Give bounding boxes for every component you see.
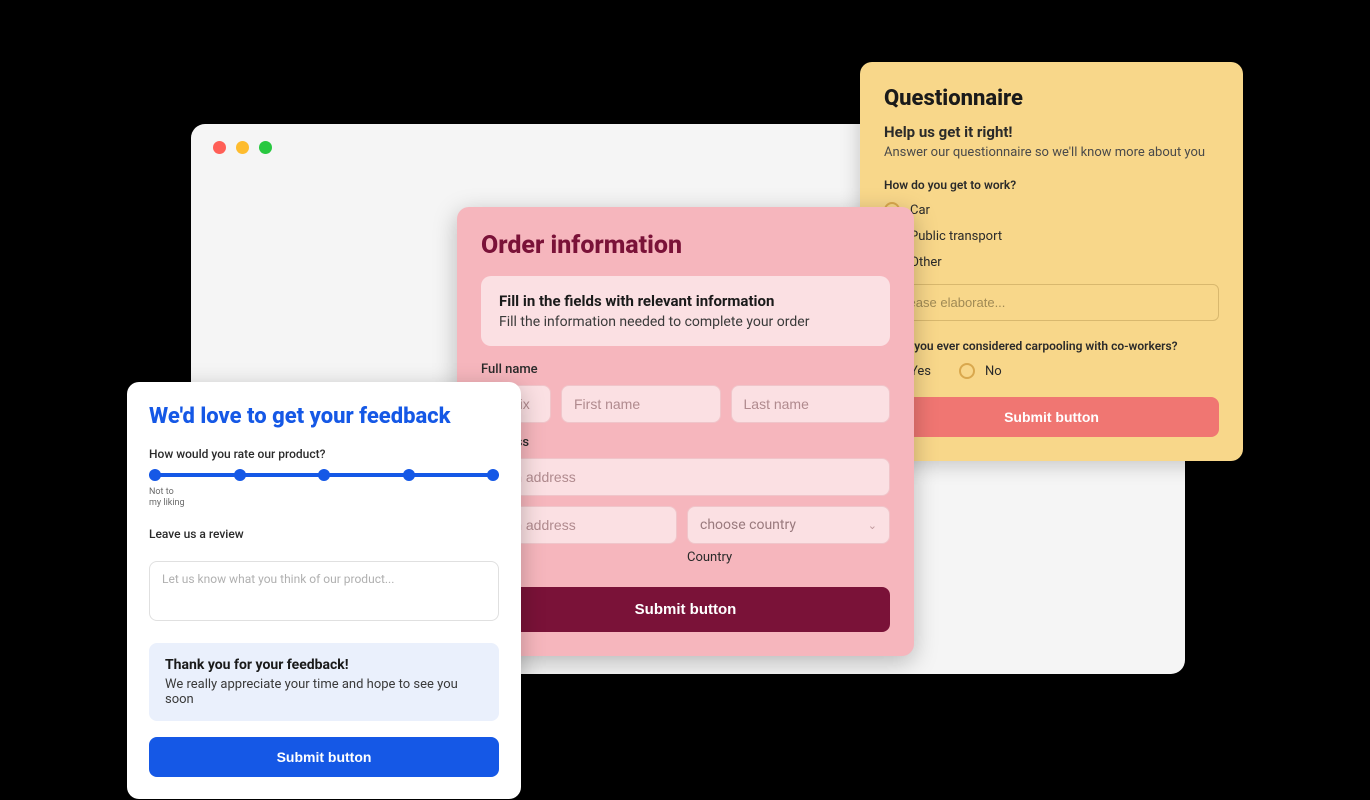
maximize-icon[interactable] xyxy=(259,141,272,154)
slider-dot[interactable] xyxy=(149,469,161,481)
order-info-box: Fill in the fields with relevant informa… xyxy=(481,276,890,346)
elaborate-input[interactable] xyxy=(884,284,1219,321)
radio-label: No xyxy=(985,364,1002,379)
radio-option-other[interactable]: Other xyxy=(884,254,1219,270)
close-icon[interactable] xyxy=(213,141,226,154)
feedback-submit-button[interactable]: Submit button xyxy=(149,737,499,777)
review-textarea[interactable] xyxy=(149,561,499,621)
radio-icon xyxy=(959,363,975,379)
feedback-thanks-box: Thank you for your feedback! We really a… xyxy=(149,643,499,721)
feedback-card: We'd love to get your feedback How would… xyxy=(127,382,521,799)
order-submit-button[interactable]: Submit button xyxy=(481,587,890,632)
radio-option-public-transport[interactable]: Public transport xyxy=(884,228,1219,244)
slider-dot[interactable] xyxy=(234,469,246,481)
question-2-label: Have you ever considered carpooling with… xyxy=(884,339,1219,353)
question-1-label: How do you get to work? xyxy=(884,178,1219,192)
minimize-icon[interactable] xyxy=(236,141,249,154)
radio-label: Public transport xyxy=(910,229,1002,244)
slider-caption: Not to my liking xyxy=(149,487,199,509)
review-label: Leave us a review xyxy=(149,527,499,541)
rate-label: How would you rate our product? xyxy=(149,447,499,461)
feedback-title: We'd love to get your feedback xyxy=(149,404,499,429)
order-title: Order information xyxy=(481,231,890,260)
radio-option-no[interactable]: No xyxy=(959,363,1002,379)
slider-dot[interactable] xyxy=(403,469,415,481)
lastname-input[interactable] xyxy=(731,385,891,423)
slider-dots xyxy=(149,469,499,481)
questionnaire-title: Questionnaire xyxy=(884,86,1219,111)
country-select[interactable]: choose country ⌄ xyxy=(687,506,890,544)
firstname-input[interactable] xyxy=(561,385,721,423)
questionnaire-desc: Answer our questionnaire so we'll know m… xyxy=(884,145,1219,160)
order-card: Order information Fill in the fields wit… xyxy=(457,207,914,656)
questionnaire-subtitle: Help us get it right! xyxy=(884,123,1219,141)
order-info-title: Fill in the fields with relevant informa… xyxy=(499,292,872,310)
order-info-desc: Fill the information needed to complete … xyxy=(499,314,872,330)
thanks-title: Thank you for your feedback! xyxy=(165,657,483,673)
rating-slider[interactable] xyxy=(149,473,499,477)
chevron-down-icon: ⌄ xyxy=(868,519,877,532)
country-select-text: choose country xyxy=(700,517,796,533)
slider-dot[interactable] xyxy=(318,469,330,481)
questionnaire-card: Questionnaire Help us get it right! Answ… xyxy=(860,62,1243,461)
questionnaire-submit-button[interactable]: Submit button xyxy=(884,397,1219,437)
address-input[interactable] xyxy=(481,458,890,496)
address-label: Address xyxy=(481,435,890,450)
slider-dot[interactable] xyxy=(487,469,499,481)
fullname-label: Full name xyxy=(481,362,890,377)
country-sublabel: Country xyxy=(687,550,890,565)
radio-option-car[interactable]: Car xyxy=(884,202,1219,218)
radio-label: Other xyxy=(910,255,942,270)
thanks-desc: We really appreciate your time and hope … xyxy=(165,677,483,707)
